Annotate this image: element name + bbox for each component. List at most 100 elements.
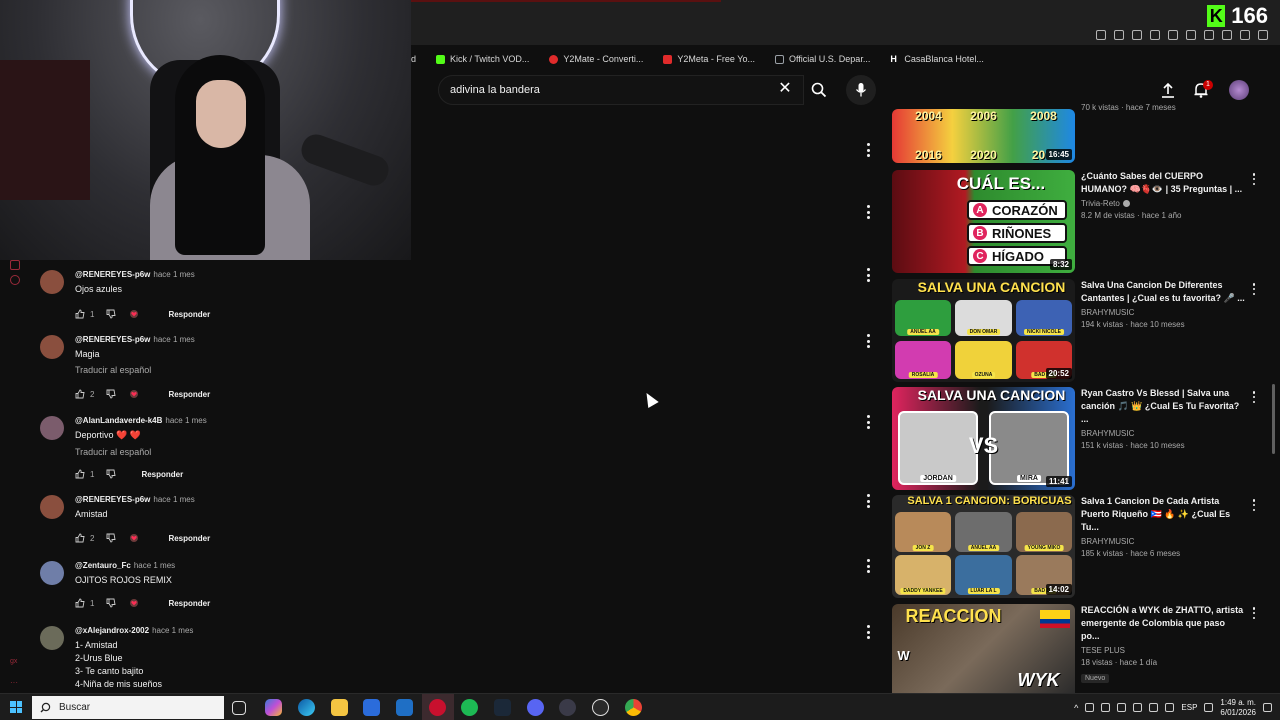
notification-center-icon[interactable]: [1263, 703, 1272, 712]
extension-icon[interactable]: [1096, 30, 1106, 40]
edge-icon[interactable]: [298, 699, 315, 716]
thumbs-down-icon[interactable]: [106, 598, 116, 608]
comment-author[interactable]: @RENEREYES-p6w: [75, 335, 150, 344]
voice-search-button[interactable]: [846, 75, 876, 105]
search-button[interactable]: [804, 75, 834, 105]
avatar[interactable]: [40, 270, 64, 294]
tray-icon[interactable]: [1085, 703, 1095, 712]
opera-gx-icon[interactable]: [429, 699, 446, 716]
more-actions-icon[interactable]: [862, 268, 874, 282]
video-menu-icon[interactable]: [1248, 283, 1260, 295]
battery-icon[interactable]: [1165, 703, 1175, 712]
avatar[interactable]: [40, 335, 64, 359]
tray-icon[interactable]: [1133, 703, 1143, 712]
comment-author[interactable]: @RENEREYES-p6w: [75, 270, 150, 279]
video-title[interactable]: REACCIÓN a WYK de ZHATTO, artista emerge…: [1081, 604, 1246, 643]
extension-icon[interactable]: [1168, 30, 1178, 40]
extension-icon[interactable]: [1132, 30, 1142, 40]
video-thumbnail[interactable]: 2004 2006 2008 2016 2020 20 16:45: [892, 109, 1075, 163]
like-button[interactable]: 2: [75, 533, 94, 543]
rail-icon[interactable]: [10, 260, 20, 270]
bookmark-item[interactable]: Official U.S. Depar...: [774, 54, 870, 64]
steam-icon[interactable]: [494, 699, 511, 716]
tray-icon[interactable]: [1117, 703, 1127, 712]
video-thumbnail[interactable]: REACCION W WYK: [892, 604, 1075, 693]
extension-icon[interactable]: [1222, 30, 1232, 40]
reply-button[interactable]: Responder: [168, 599, 210, 608]
like-button[interactable]: 1: [75, 598, 94, 608]
video-title[interactable]: Salva 1 Cancion De Cada Artista Puerto R…: [1081, 495, 1246, 534]
more-actions-icon[interactable]: [862, 205, 874, 219]
account-avatar[interactable]: [1229, 80, 1249, 100]
like-button[interactable]: 2: [75, 389, 94, 399]
chrome-icon[interactable]: [625, 699, 642, 716]
translate-link[interactable]: Traducir al español: [75, 365, 151, 375]
taskbar-search[interactable]: Buscar: [32, 696, 224, 719]
extension-icon[interactable]: [1114, 30, 1124, 40]
channel-name[interactable]: BRAHYMUSIC: [1081, 537, 1134, 546]
bookmark-item[interactable]: d: [411, 54, 416, 64]
channel-name[interactable]: BRAHYMUSIC: [1081, 429, 1134, 438]
store-icon[interactable]: [363, 699, 380, 716]
thumbs-down-icon[interactable]: [106, 389, 116, 399]
like-button[interactable]: 1: [75, 469, 94, 479]
video-menu-icon[interactable]: [1248, 173, 1260, 185]
thumbs-down-icon[interactable]: [106, 309, 116, 319]
bookmark-item[interactable]: Y2Meta - Free Yo...: [663, 54, 755, 64]
avatar[interactable]: [40, 561, 64, 585]
video-title[interactable]: Ryan Castro Vs Blessd | Salva una canció…: [1081, 387, 1246, 426]
settings-icon[interactable]: [10, 275, 20, 285]
thumbs-down-icon[interactable]: [106, 533, 116, 543]
more-actions-icon[interactable]: [862, 559, 874, 573]
obs-icon[interactable]: [592, 699, 609, 716]
video-title[interactable]: ¿Cuánto Sabes del CUERPO HUMANO? 🧠🫀👁️ | …: [1081, 170, 1246, 196]
extension-icon[interactable]: [1258, 30, 1268, 40]
translate-link[interactable]: Traducir al español: [75, 447, 151, 457]
chevron-up-icon[interactable]: ^: [1074, 703, 1078, 713]
tray-icon[interactable]: [1101, 703, 1111, 712]
network-icon[interactable]: [1204, 703, 1214, 712]
bookmark-item[interactable]: Kick / Twitch VOD...: [436, 54, 529, 64]
video-menu-icon[interactable]: [1248, 499, 1260, 511]
extension-icon[interactable]: [1150, 30, 1160, 40]
upload-button[interactable]: [1158, 80, 1178, 100]
extension-icon[interactable]: [1204, 30, 1214, 40]
discord-icon[interactable]: [527, 699, 544, 716]
avatar[interactable]: [40, 495, 64, 519]
file-explorer-icon[interactable]: [331, 699, 348, 716]
copilot-icon[interactable]: [265, 699, 282, 716]
video-thumbnail[interactable]: SALVA UNA CANCION ANUEL AA DON OMAR NICK…: [892, 279, 1075, 382]
like-button[interactable]: 1: [75, 309, 94, 319]
comment-author[interactable]: @AlanLandaverde-k4B: [75, 416, 162, 425]
app-icon[interactable]: [559, 699, 576, 716]
comment-author[interactable]: @Zentauro_Fc: [75, 561, 131, 570]
video-thumbnail[interactable]: SALVA UNA CANCION JORDAN MIRA VS 11:41: [892, 387, 1075, 490]
video-menu-icon[interactable]: [1248, 607, 1260, 619]
outlook-icon[interactable]: [396, 699, 413, 716]
video-menu-icon[interactable]: [1248, 391, 1260, 403]
clock[interactable]: 1:49 a. m. 6/01/2026: [1220, 698, 1256, 718]
extension-icon[interactable]: [1186, 30, 1196, 40]
avatar[interactable]: [40, 416, 64, 440]
search-input[interactable]: adivina la bandera: [438, 75, 804, 105]
reply-button[interactable]: Responder: [168, 534, 210, 543]
channel-name[interactable]: Trivia-Reto: [1081, 199, 1120, 208]
clear-search-icon[interactable]: ✕: [776, 80, 794, 98]
more-actions-icon[interactable]: [862, 494, 874, 508]
more-actions-icon[interactable]: [862, 625, 874, 639]
comment-author[interactable]: @xAlejandrox-2002: [75, 626, 149, 635]
volume-icon[interactable]: [1149, 703, 1159, 712]
windows-start-icon[interactable]: [10, 701, 22, 713]
reply-button[interactable]: Responder: [168, 310, 210, 319]
more-actions-icon[interactable]: [862, 415, 874, 429]
avatar[interactable]: [40, 626, 64, 650]
more-actions-icon[interactable]: [862, 143, 874, 157]
comment-author[interactable]: @RENEREYES-p6w: [75, 495, 150, 504]
channel-name[interactable]: BRAHYMUSIC: [1081, 308, 1134, 317]
video-thumbnail[interactable]: SALVA 1 CANCION: BORICUAS JON Z ANUEL AA…: [892, 495, 1075, 598]
spotify-icon[interactable]: [461, 699, 478, 716]
reply-button[interactable]: Responder: [168, 390, 210, 399]
extension-icon[interactable]: [1240, 30, 1250, 40]
bookmark-item[interactable]: H CasaBlanca Hotel...: [890, 54, 984, 64]
video-thumbnail[interactable]: CUÁL ES... A CORAZÓN B RIÑONES C HÍGADO 8:3…: [892, 170, 1075, 273]
